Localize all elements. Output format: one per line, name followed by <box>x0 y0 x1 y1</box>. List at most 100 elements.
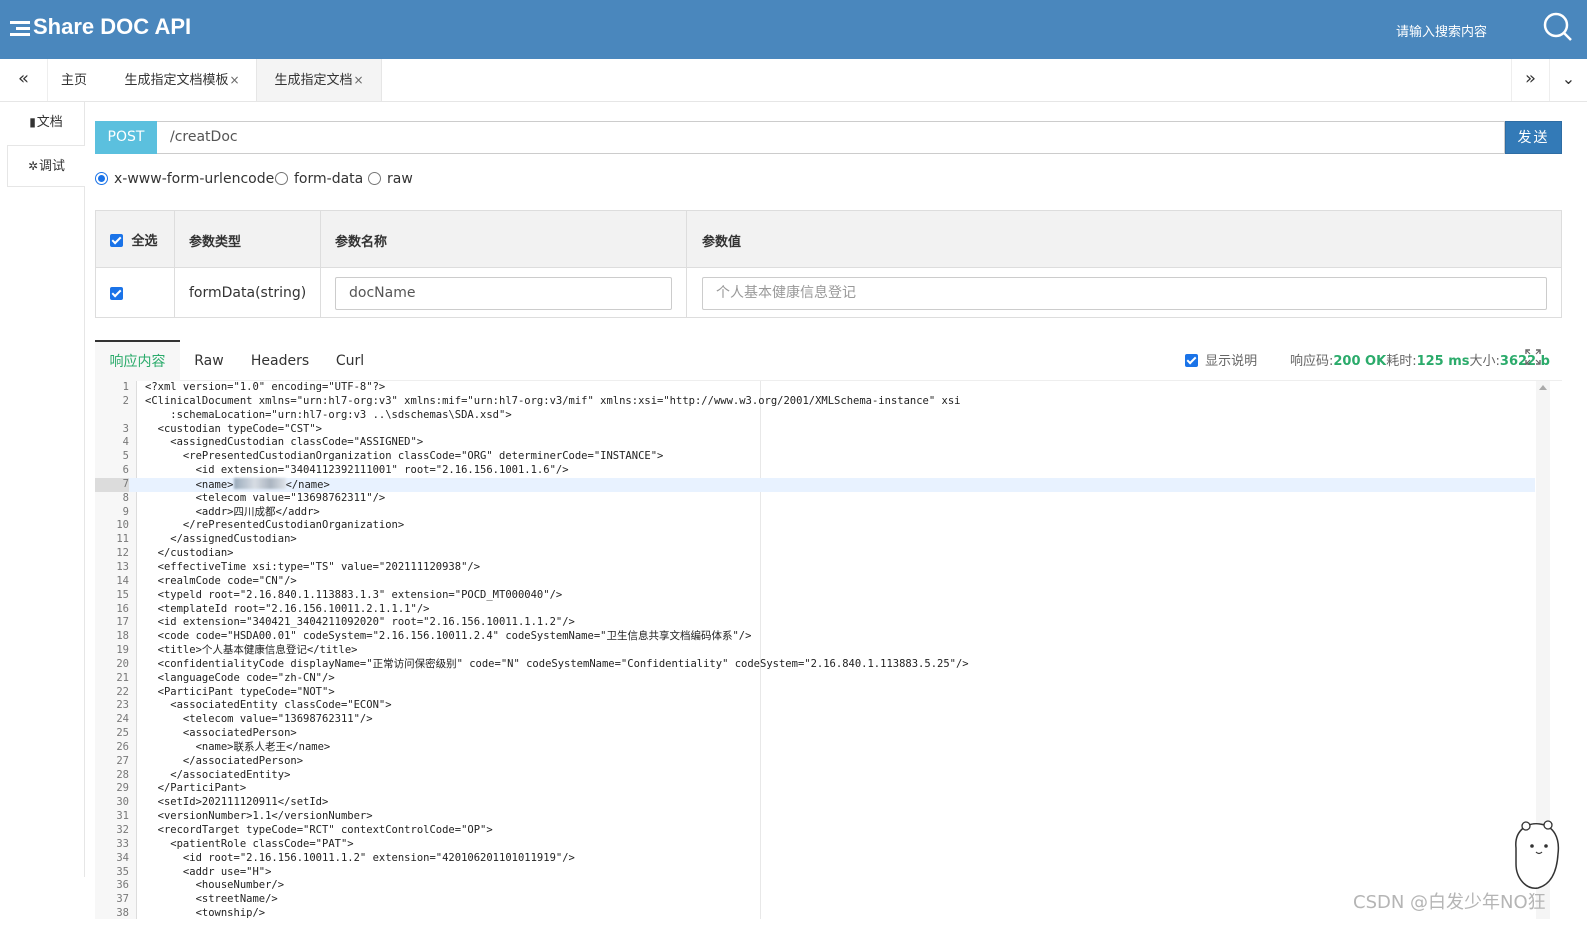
tab-headers[interactable]: Headers <box>245 340 315 381</box>
scroll-up-icon[interactable] <box>1539 385 1547 390</box>
code-line: 5 <rePresentedCustodianOrganization clas… <box>95 450 1535 464</box>
code-text: <ParticiPant typeCode="NOT"> <box>145 685 335 698</box>
code-line: 1 <?xml version="1.0" encoding="UTF-8"?> <box>95 381 1535 395</box>
code-line: 30 <setId>202111120911</setId> <box>95 796 1535 810</box>
param-value-input[interactable]: 个人基本健康信息登记 <box>702 277 1547 310</box>
url-input[interactable]: /creatDoc <box>157 121 1505 154</box>
radio-raw[interactable]: raw <box>368 171 413 187</box>
radio-label: form-data <box>294 171 364 187</box>
radio-label: raw <box>387 171 413 187</box>
code-text: </custodian> <box>145 547 234 560</box>
tab-generate-doc[interactable]: 生成指定文档× <box>256 59 382 101</box>
radio-unchecked-icon[interactable] <box>275 172 288 185</box>
code-line: 29 </ParticiPant> <box>95 782 1535 796</box>
search-input[interactable]: 请输入搜索内容 <box>1396 21 1487 40</box>
tab-label: 主页 <box>60 73 87 88</box>
code-text: <houseNumber/> <box>145 879 285 892</box>
menu-icon[interactable] <box>10 21 30 37</box>
chevron-down-icon[interactable]: ⌄ <box>1549 59 1587 101</box>
close-icon[interactable]: × <box>353 73 363 87</box>
code-line: :schemaLocation="urn:hl7-org:v3 ..\sdsch… <box>95 409 1535 423</box>
fullscreen-icon[interactable] <box>1525 349 1541 365</box>
line-number: 24 <box>116 713 129 726</box>
code-text: <confidentialityCode displayName="正常访问保密… <box>145 657 969 670</box>
column-divider <box>174 211 175 317</box>
code-line: 37 <streetName/> <box>95 893 1535 907</box>
code-line: 27 </associatedPerson> <box>95 755 1535 769</box>
response-code-editor[interactable]: 1 <?xml version="1.0" encoding="UTF-8"?> 2… <box>95 381 1550 919</box>
tab-bar: « 主页 生成指定文档模板× 生成指定文档× » ⌄ <box>0 59 1587 102</box>
code-line: 11 </assignedCustodian> <box>95 533 1535 547</box>
code-text-part: </name> <box>285 478 330 491</box>
sidebar-item-label: 调试 <box>39 159 66 174</box>
code-line: 3 <custodian typeCode="CST"> <box>95 423 1535 437</box>
code-text: <telecom value="13698762311"/> <box>145 713 373 726</box>
radio-form-data[interactable]: form-data <box>275 171 363 187</box>
radio-urlencoded[interactable]: x-www-form-urlencoded <box>95 171 283 187</box>
line-number: 37 <box>116 893 129 906</box>
select-all[interactable]: 全选 <box>110 230 158 249</box>
line-number: 27 <box>116 754 129 767</box>
code-line: 6 <id extension="3404112392111001" root=… <box>95 464 1535 478</box>
code-text: <typeld root="2.16.840.1.113883.1.3" ext… <box>145 588 563 601</box>
tab-curl[interactable]: Curl <box>328 340 372 381</box>
status-code-value: 200 OK <box>1333 354 1387 369</box>
code-text: <title>个人基本健康信息登记</title> <box>145 644 358 657</box>
code-line: 32 <recordTarget typeCode="RCT" contextC… <box>95 824 1535 838</box>
watermark: CSDN @白发少年NO狂 <box>1353 892 1546 913</box>
param-name-input[interactable]: docName <box>335 277 672 310</box>
close-icon[interactable]: × <box>229 73 239 87</box>
sidebar-item-label: 文档 <box>36 115 63 130</box>
line-number: 23 <box>116 699 129 712</box>
line-number: 10 <box>116 519 129 532</box>
header-param-type: 参数类型 <box>189 235 242 250</box>
response-status: 响应码:200 OK耗时:125 ms大小:3622 b <box>1290 350 1550 369</box>
tab-home[interactable]: 主页 <box>48 59 100 101</box>
search-icon[interactable] <box>1540 10 1574 44</box>
code-line: 26 <name>联系人老王</name> <box>95 741 1535 755</box>
checkbox-checked-icon[interactable] <box>110 234 123 247</box>
line-number: 31 <box>116 810 129 823</box>
row-checkbox[interactable] <box>110 286 123 302</box>
param-type-cell: formData(string) <box>189 285 307 301</box>
code-text: <versionNumber>1.1</versionNumber> <box>145 810 373 823</box>
checkbox-checked-icon[interactable] <box>1185 354 1198 367</box>
tab-raw[interactable]: Raw <box>187 340 231 381</box>
document-icon: ▮ <box>29 115 36 129</box>
column-divider <box>320 211 321 317</box>
sidebar: ▮文档 ✲调试 <box>0 102 85 877</box>
top-header: Share DOC API 请输入搜索内容 <box>0 0 1587 59</box>
code-text: <setId>202111120911</setId> <box>145 796 329 809</box>
header-param-value: 参数值 <box>702 235 742 250</box>
line-number: 34 <box>116 851 129 864</box>
radio-checked-icon[interactable] <box>95 172 108 185</box>
code-text: <realmCode code="CN"/> <box>145 574 297 587</box>
sidebar-item-docs[interactable]: ▮文档 <box>7 102 85 144</box>
sidebar-item-debug[interactable]: ✲调试 <box>7 145 85 187</box>
code-text: <id extension="3404112392111001" root="2… <box>145 464 569 477</box>
tab-scroll-left-icon[interactable]: « <box>0 59 48 101</box>
code-text: <id extension="340421_3404211092020" roo… <box>145 616 575 629</box>
code-text: <custodian typeCode="CST"> <box>145 422 323 435</box>
line-number: 32 <box>116 824 129 836</box>
code-line: 22 <ParticiPant typeCode="NOT"> <box>95 686 1535 700</box>
tab-response-content[interactable]: 响应内容 <box>95 340 180 381</box>
code-line: 36 <houseNumber/> <box>95 879 1535 893</box>
checkbox-checked-icon[interactable] <box>110 287 123 300</box>
line-number: 28 <box>116 768 129 781</box>
http-method-badge: POST <box>95 121 157 154</box>
code-line: 12 </custodian> <box>95 547 1535 561</box>
show-desc-toggle[interactable]: 显示说明 <box>1185 350 1257 369</box>
tab-doc-template[interactable]: 生成指定文档模板× <box>108 59 256 101</box>
code-line: 17 <id extension="340421_3404211092020" … <box>95 616 1535 630</box>
send-button[interactable]: 发送 <box>1505 121 1562 154</box>
select-all-label: 全选 <box>131 234 158 249</box>
radio-unchecked-icon[interactable] <box>368 172 381 185</box>
code-text: <addr>四川成都</addr> <box>145 505 320 518</box>
code-line: 16 <templateId root="2.16.156.10011.2.1.… <box>95 603 1535 617</box>
code-text: <id root="2.16.156.10011.1.2" extension=… <box>145 851 575 864</box>
tab-scroll-right-icon[interactable]: » <box>1511 59 1549 101</box>
code-text: <associatedPerson> <box>145 727 297 740</box>
line-number: 22 <box>116 685 129 698</box>
code-text: <name>联系人老王</name> <box>145 740 331 753</box>
